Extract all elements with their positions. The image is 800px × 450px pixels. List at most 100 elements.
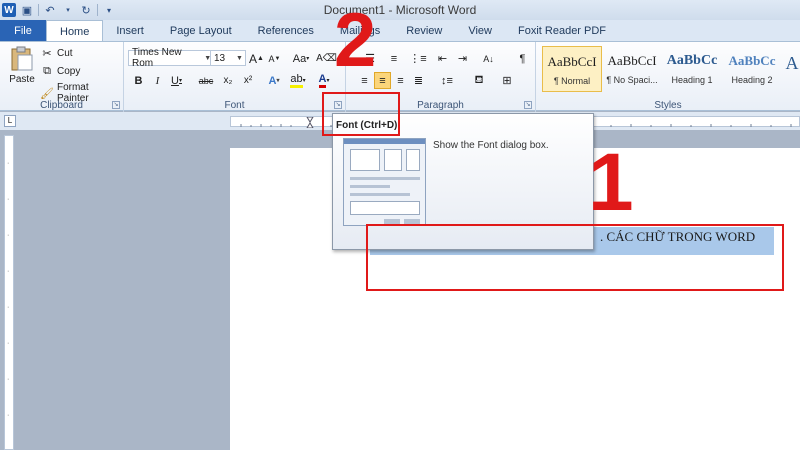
word-logo-icon[interactable]: W (2, 3, 16, 17)
change-case-button[interactable]: Aa ▾ (290, 50, 312, 67)
cut-button[interactable]: ✂ Cut (40, 46, 72, 60)
tab-references[interactable]: References (245, 20, 327, 41)
style-normal-sample: AaBbCcI (547, 54, 597, 69)
style-normal[interactable]: AaBbCcI ¶ Normal (542, 46, 602, 92)
thumbnail-titlebar (344, 139, 425, 144)
tooltip-description: Show the Font dialog box. (433, 140, 549, 151)
copy-icon: ⧉ (43, 64, 51, 77)
pilcrow-icon: ¶ (519, 52, 526, 65)
save-icon[interactable]: ▣ (20, 3, 34, 17)
undo-dropdown-icon[interactable]: ▾ (61, 3, 75, 17)
styles-group: AaBbCcI ¶ Normal AaBbCcI ¶ No Spaci... A… (536, 42, 800, 112)
borders-button[interactable]: ⊞ (496, 72, 518, 89)
style-title-sample-icon: A (785, 53, 799, 73)
font-dialog-thumbnail (343, 138, 426, 226)
font-size-dropdown[interactable]: 13 ▼ (210, 50, 246, 66)
style-heading-1-name: Heading 1 (671, 75, 713, 85)
tab-foxit-reader-pdf[interactable]: Foxit Reader PDF (505, 20, 619, 41)
align-right-button[interactable]: ≡ (392, 72, 409, 89)
shading-button[interactable]: ⛾ (468, 72, 490, 89)
grow-font-button[interactable]: A ▲ (248, 50, 265, 67)
italic-button[interactable]: I (149, 72, 166, 89)
multilevel-list-button[interactable]: ⋮≡ (408, 50, 428, 67)
clipboard-icon (11, 46, 33, 71)
increase-indent-button[interactable]: ⇥ (454, 50, 471, 67)
tab-insert[interactable]: Insert (103, 20, 157, 41)
subscript-icon: x₂ (223, 75, 233, 86)
clipboard-dialog-launcher-icon[interactable]: ↘ (112, 101, 120, 109)
change-case-icon: Aa (292, 52, 307, 65)
copy-button[interactable]: ⧉ Copy (40, 64, 80, 78)
multilevel-list-icon: ⋮≡ (409, 53, 427, 65)
annotation-box-selected-text (366, 224, 784, 291)
numbering-button[interactable]: ≡ (384, 50, 404, 67)
font-name-dropdown[interactable]: Times New Rom ▼ (128, 47, 214, 69)
align-center-button[interactable]: ≡ (374, 72, 391, 89)
tab-page-layout[interactable]: Page Layout (157, 20, 245, 41)
redo-icon[interactable]: ↻ (79, 3, 93, 17)
thumbnail-line (350, 185, 390, 188)
underline-button[interactable]: U ▾ (168, 72, 185, 89)
paragraph-dialog-launcher-icon[interactable]: ↘ (524, 101, 532, 109)
customize-qat-icon[interactable]: ▾ (102, 3, 116, 17)
paste-button[interactable]: Paste (6, 46, 38, 94)
style-no-spacing[interactable]: AaBbCcI ¶ No Spaci... (602, 46, 662, 92)
superscript-button[interactable]: x² (238, 72, 258, 89)
qat-separator (97, 4, 98, 16)
strikethrough-button[interactable]: abc (196, 72, 216, 89)
style-heading-2-name: Heading 2 (731, 75, 773, 85)
annotation-box-font-launcher (322, 92, 400, 136)
style-no-spacing-name: ¶ No Spaci... (606, 75, 658, 85)
bold-button[interactable]: B (130, 72, 147, 89)
style-heading-2[interactable]: AaBbCc Heading 2 (722, 46, 782, 92)
decrease-indent-icon: ⇤ (437, 53, 448, 65)
tab-view[interactable]: View (455, 20, 505, 41)
ruler-tick: · (7, 268, 10, 275)
highlight-color-button[interactable]: ab ▾ (288, 72, 308, 89)
grow-font-icon: A (249, 51, 258, 66)
thumbnail-line (350, 193, 410, 196)
ruler-tick: · (7, 232, 10, 239)
align-center-icon: ≡ (379, 74, 386, 87)
vertical-ruler[interactable]: · · · · · · · · (4, 135, 14, 450)
text-effects-button[interactable]: A ▾ (264, 72, 284, 89)
styles-group-label: Styles (654, 100, 682, 111)
show-formatting-button[interactable]: ¶ (514, 50, 531, 67)
paint-bucket-icon: ⛾ (474, 73, 484, 86)
shrink-font-button[interactable]: A ▼ (266, 50, 283, 67)
ruler-tick: · (7, 376, 10, 383)
thumbnail-font-list (350, 149, 380, 171)
decrease-indent-button[interactable]: ⇤ (434, 50, 451, 67)
clipboard-group: Paste ✂ Cut ⧉ Copy 🖌 Format Painter Clip… (0, 42, 124, 112)
sort-icon: A↓ (483, 53, 494, 64)
ruler-tick: · (7, 412, 10, 419)
subscript-button[interactable]: x₂ (218, 72, 238, 89)
font-group: Times New Rom ▼ 13 ▼ A ▲ A ▼ Aa ▾ A⌫ B I U ▾… (124, 42, 346, 112)
font-color-button[interactable]: A ▾ (314, 72, 334, 89)
ruler-tick: · (7, 304, 10, 311)
bold-icon: B (134, 74, 143, 87)
annotation-step-2: 2 (334, 0, 377, 83)
clear-formatting-button[interactable]: A⌫ (316, 50, 337, 67)
sort-button[interactable]: A↓ (480, 50, 497, 67)
style-no-spacing-sample: AaBbCcI (607, 53, 657, 68)
justify-button[interactable]: ≣ (410, 72, 427, 89)
tab-home[interactable]: Home (46, 20, 104, 42)
style-normal-name: ¶ Normal (553, 76, 591, 86)
font-name-value: Times New Rom (132, 47, 182, 69)
tab-review[interactable]: Review (393, 20, 455, 41)
thumbnail-preview (350, 201, 420, 215)
font-size-value: 13 (214, 52, 226, 64)
align-right-icon: ≡ (397, 74, 404, 87)
tab-selector[interactable]: L (4, 115, 16, 127)
ruler-tick: · (7, 340, 10, 347)
style-gallery-more[interactable]: A (784, 46, 800, 92)
style-heading-1[interactable]: AaBbCc Heading 1 (662, 46, 722, 92)
tab-file[interactable]: File (0, 20, 46, 41)
clipboard-group-label: Clipboard (40, 100, 83, 111)
undo-icon[interactable]: ↶ (43, 3, 57, 17)
quick-access-toolbar: W ▣ ↶ ▾ ↻ ▾ (0, 0, 116, 20)
line-spacing-button[interactable]: ↕≡ (436, 72, 458, 89)
ruler-tick: · (7, 196, 10, 203)
font-group-label: Font (224, 100, 245, 111)
